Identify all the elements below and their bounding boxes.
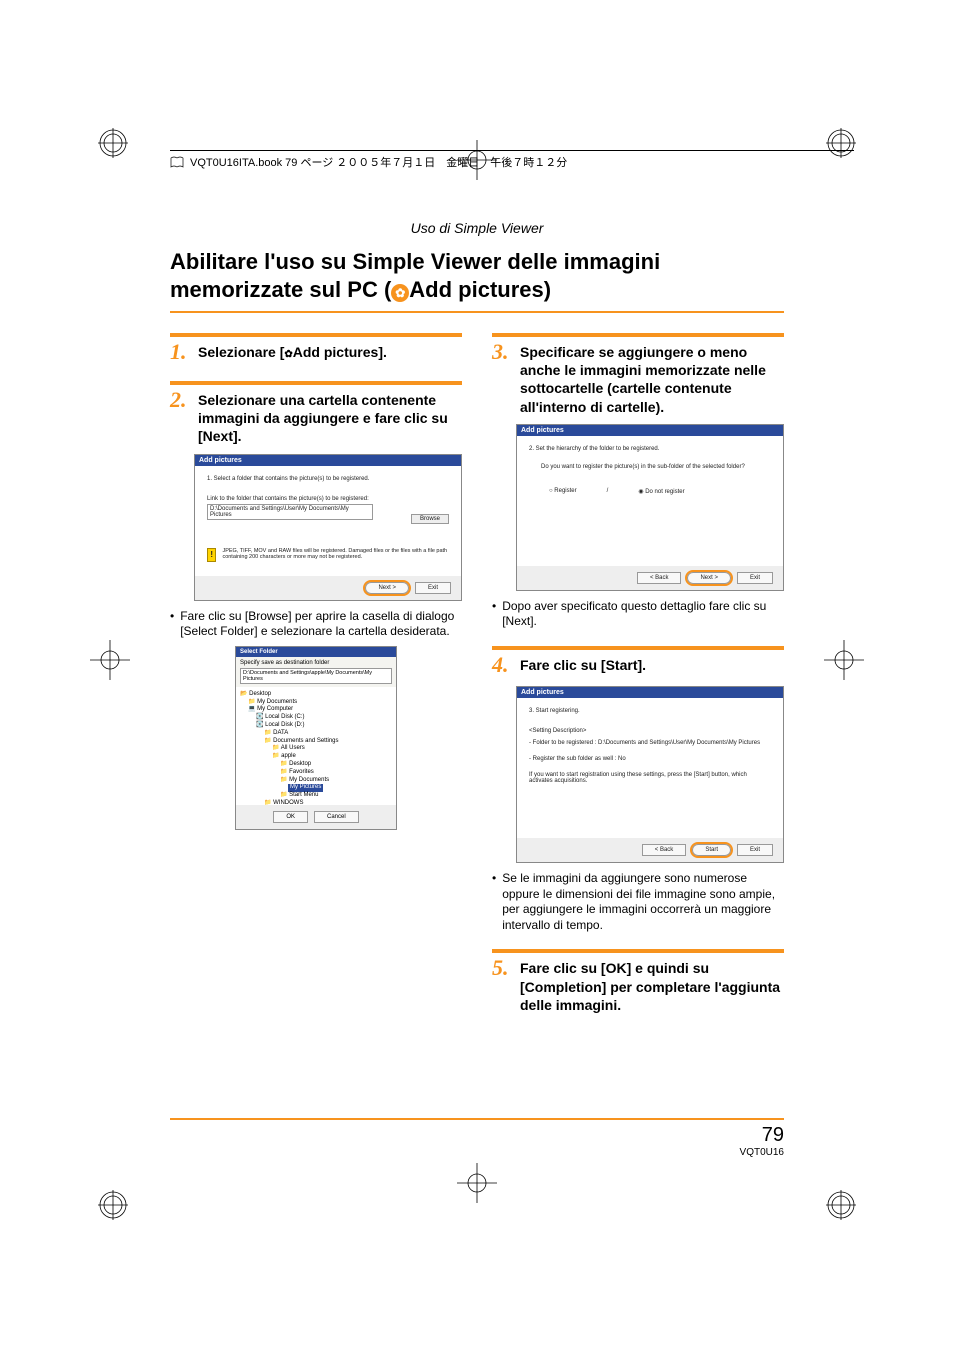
dialog-step-label: 3. Start registering. xyxy=(529,708,771,714)
step-note: • Se le immagini da aggiungere sono nume… xyxy=(492,871,784,933)
next-button[interactable]: Next > xyxy=(687,572,731,584)
radio-do-not-register[interactable]: ◉ Do not register xyxy=(638,488,684,495)
right-column: 3. Specificare se aggiungere o meno anch… xyxy=(492,333,784,1030)
desc-line: - Register the sub folder as well : No xyxy=(529,756,771,762)
step-text: Selezionare [✿Add pictures]. xyxy=(198,343,462,362)
cancel-button[interactable]: Cancel xyxy=(314,811,359,823)
left-column: 1. Selezionare [✿Add pictures]. 2. Selez… xyxy=(170,333,462,1030)
exit-button[interactable]: Exit xyxy=(415,582,451,594)
book-icon xyxy=(170,156,184,168)
step-number: 1. xyxy=(170,341,192,363)
registration-mark-icon xyxy=(826,1190,856,1220)
exit-button[interactable]: Exit xyxy=(737,844,773,856)
back-button[interactable]: < Back xyxy=(642,844,687,856)
page: VQT0U16ITA.book 79 ページ ２００５年７月１日 金曜日 午後７… xyxy=(0,0,954,1348)
step-number: 3. xyxy=(492,341,514,363)
dialog-title: Add pictures xyxy=(517,687,783,698)
step-number: 5. xyxy=(492,957,514,979)
page-title: Abilitare l'uso su Simple Viewer delle i… xyxy=(170,248,784,303)
dialog-title: Add pictures xyxy=(195,455,461,466)
crosshair-icon xyxy=(824,640,864,685)
select-folder-dialog: Select Folder Specify save as destinatio… xyxy=(235,646,397,830)
page-number: 79 xyxy=(740,1124,784,1147)
step-1: 1. Selezionare [✿Add pictures]. xyxy=(170,333,462,365)
step-number: 4. xyxy=(492,654,514,676)
file-info-text: VQT0U16ITA.book 79 ページ ２００５年７月１日 金曜日 午後７… xyxy=(190,154,567,170)
desc-line: If you want to start registration using … xyxy=(529,772,771,784)
step-text: Fare clic su [Start]. xyxy=(520,656,784,674)
dialog-step-label: 2. Set the hierarchy of the folder to be… xyxy=(529,446,771,452)
add-pictures-icon: ✿ xyxy=(391,284,409,302)
step-text: Fare clic su [OK] e quindi su [Completio… xyxy=(520,959,784,1014)
registration-mark-icon xyxy=(98,1190,128,1220)
path-input[interactable]: D:\Documents and Settings\apple\My Docum… xyxy=(240,668,392,684)
folder-tree[interactable]: 📂 Desktop 📁 My Documents 💻 My Computer 💽… xyxy=(236,687,396,805)
back-button[interactable]: < Back xyxy=(637,572,682,584)
title-suffix: Add pictures) xyxy=(409,277,551,302)
step-2: 2. Selezionare una cartella contenente i… xyxy=(170,381,462,830)
crosshair-icon xyxy=(457,1163,497,1208)
dialog-question: Do you want to register the picture(s) i… xyxy=(529,464,771,470)
desc-line: - Folder to be registered : D:\Documents… xyxy=(529,740,771,746)
next-button[interactable]: Next > xyxy=(365,582,409,594)
ok-button[interactable]: OK xyxy=(273,811,308,823)
step-number: 2. xyxy=(170,389,192,411)
header-bar: VQT0U16ITA.book 79 ページ ２００５年７月１日 金曜日 午後７… xyxy=(170,150,854,170)
warning-icon: ! xyxy=(207,548,216,562)
exit-button[interactable]: Exit xyxy=(737,572,773,584)
dialog-title: Select Folder xyxy=(236,647,396,657)
add-pictures-dialog-2: Add pictures 2. Set the hierarchy of the… xyxy=(516,424,784,591)
step-note: • Fare clic su [Browse] per aprire la ca… xyxy=(170,609,462,640)
step-text: Selezionare una cartella contenente imma… xyxy=(198,391,462,446)
selected-folder[interactable]: My Pictures xyxy=(288,784,323,792)
crosshair-icon xyxy=(90,640,130,685)
desc-label: <Setting Description> xyxy=(529,728,771,734)
step-note: • Dopo aver specificato questo dettaglio… xyxy=(492,599,784,630)
step-3: 3. Specificare se aggiungere o meno anch… xyxy=(492,333,784,630)
add-pictures-dialog-3: Add pictures 3. Start registering. <Sett… xyxy=(516,686,784,863)
dialog-step-label: 1. Select a folder that contains the pic… xyxy=(207,476,449,482)
radio-register[interactable]: ○ Register xyxy=(549,488,577,495)
section-name: Uso di Simple Viewer xyxy=(0,220,954,236)
add-pictures-icon: ✿ xyxy=(284,349,292,360)
step-text: Specificare se aggiungere o meno anche l… xyxy=(520,343,784,416)
dialog-subtitle: Specify save as destination folder xyxy=(240,660,392,666)
path-input[interactable]: D:\Documents and Settings\User\My Docume… xyxy=(207,504,373,520)
doc-code: VQT0U16 xyxy=(740,1147,784,1158)
step-4: 4. Fare clic su [Start]. Add pictures 3.… xyxy=(492,646,784,933)
title-rule xyxy=(170,311,784,313)
warning-text: JPEG, TIFF, MOV and RAW files will be re… xyxy=(222,548,449,560)
browse-button[interactable]: Browse xyxy=(411,514,449,524)
step-5: 5. Fare clic su [OK] e quindi su [Comple… xyxy=(492,949,784,1014)
add-pictures-dialog-1: Add pictures 1. Select a folder that con… xyxy=(194,454,462,601)
start-button[interactable]: Start xyxy=(692,844,731,856)
registration-mark-icon xyxy=(98,128,128,158)
page-footer: 79 VQT0U16 xyxy=(740,1124,784,1158)
dialog-title: Add pictures xyxy=(517,425,783,436)
content-area: Abilitare l'uso su Simple Viewer delle i… xyxy=(170,248,784,1030)
dialog-link-label: Link to the folder that contains the pic… xyxy=(207,496,449,502)
